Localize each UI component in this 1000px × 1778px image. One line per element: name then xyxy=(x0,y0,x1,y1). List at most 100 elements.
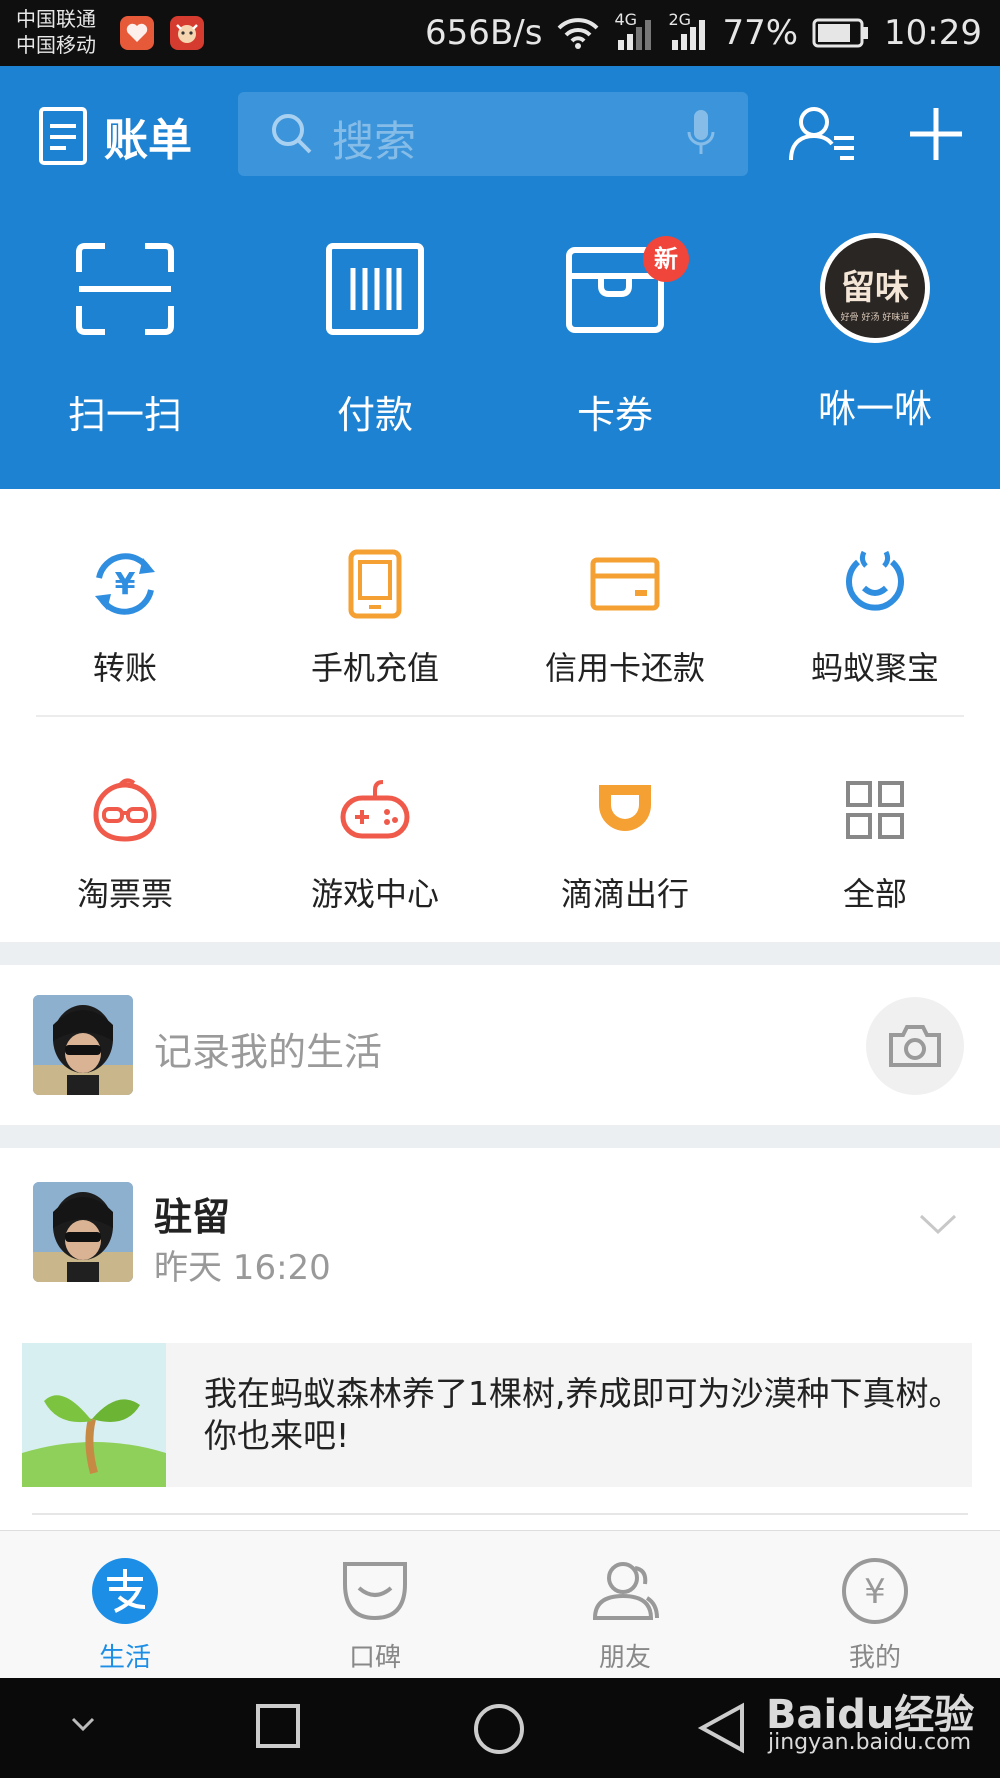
battery-percent: 77% xyxy=(722,13,799,53)
alipay-icon xyxy=(92,1558,158,1624)
camera-icon xyxy=(889,1025,941,1067)
bill-button[interactable]: 账单 xyxy=(38,104,192,168)
xiuyixiu-button[interactable]: 留味 好骨 好汤 好味道 咻一咻 xyxy=(750,216,1000,433)
barcode-icon xyxy=(326,243,424,335)
signal-4g-label: 4G xyxy=(614,10,638,29)
service-label: 全部 xyxy=(842,875,907,913)
tab-label: 我的 xyxy=(848,1643,901,1673)
coupon-button[interactable]: 卡券 xyxy=(490,216,740,439)
section-gap xyxy=(0,942,1000,965)
section-gap xyxy=(0,1125,1000,1148)
service-label: 蚂蚁聚宝 xyxy=(810,649,939,687)
service-label: 信用卡还款 xyxy=(544,649,705,687)
grid-divider xyxy=(36,715,964,717)
feed-divider xyxy=(32,1513,968,1515)
nav-recent-icon[interactable] xyxy=(254,1702,302,1750)
service-label: 手机充值 xyxy=(310,649,439,687)
carrier-2: 中国移动 xyxy=(16,33,96,57)
service-transfer[interactable]: ¥ 转账 xyxy=(0,509,250,689)
record-life-bar[interactable]: 记录我的生活 xyxy=(0,965,1000,1125)
logo-text: 留味 xyxy=(841,268,909,308)
battery-icon xyxy=(812,18,870,48)
tab-mine[interactable]: ¥ 我的 xyxy=(750,1531,1000,1674)
status-bar: 中国联通 中国移动 656B/s 4G 2G 77% 10:29 xyxy=(0,0,1000,66)
service-row-2: 淘票票 游戏中心 滴滴出行 全部 xyxy=(0,735,1000,935)
chevron-down-icon[interactable] xyxy=(918,1212,958,1236)
share-card[interactable]: 我在蚂蚁森林养了1棵树,养成即可为沙漠种下真树。你也来吧! xyxy=(22,1343,972,1487)
feed-time: 昨天 16:20 xyxy=(154,1248,331,1288)
net-speed: 656B/s xyxy=(425,13,543,53)
svg-text:¥: ¥ xyxy=(864,1572,886,1612)
grid-icon xyxy=(846,781,904,839)
tab-label: 朋友 xyxy=(598,1643,651,1673)
service-all[interactable]: 全部 xyxy=(750,735,1000,915)
microphone-icon[interactable] xyxy=(686,108,716,160)
carrier-1: 中国联通 xyxy=(16,7,96,31)
logo-subtext: 好骨 好汤 好味道 xyxy=(840,313,910,323)
nav-collapse-icon[interactable] xyxy=(70,1716,96,1734)
share-text: 我在蚂蚁森林养了1棵树,养成即可为沙漠种下真树。你也来吧! xyxy=(204,1374,962,1455)
bill-label: 账单 xyxy=(104,115,192,166)
signal-2g-icon: 2G xyxy=(668,10,708,50)
tab-koubei[interactable]: 口碑 xyxy=(250,1531,500,1674)
service-label: 滴滴出行 xyxy=(560,875,689,913)
svg-text:¥: ¥ xyxy=(115,567,136,602)
bill-icon xyxy=(39,107,87,165)
tab-friends[interactable]: 朋友 xyxy=(500,1531,750,1674)
search-icon xyxy=(272,114,312,154)
tab-life[interactable]: 生活 xyxy=(0,1531,250,1674)
service-credit-card[interactable]: 信用卡还款 xyxy=(500,509,750,689)
scan-label: 扫一扫 xyxy=(67,393,182,437)
taopiaopiao-icon xyxy=(93,778,157,842)
wifi-icon xyxy=(556,16,600,50)
service-row-1: ¥ 转账 手机充值 信用卡还款 蚂蚁聚宝 xyxy=(0,509,1000,709)
feed-user-name[interactable]: 驻留 xyxy=(154,1186,230,1241)
signal-2g-label: 2G xyxy=(668,10,692,29)
new-badge: 新 xyxy=(643,236,689,282)
tab-label: 生活 xyxy=(98,1643,151,1673)
clock: 10:29 xyxy=(884,13,982,53)
tab-label: 口碑 xyxy=(348,1643,401,1673)
friends-icon xyxy=(592,1562,659,1620)
pay-button[interactable]: 付款 xyxy=(250,216,500,439)
service-phone-recharge[interactable]: 手机充值 xyxy=(250,509,500,689)
service-didi[interactable]: 滴滴出行 xyxy=(500,735,750,915)
service-game-center[interactable]: 游戏中心 xyxy=(250,735,500,915)
sprout-thumbnail xyxy=(22,1343,166,1487)
baidu-watermark: Baidu经验 jingyan.baidu.com xyxy=(766,1682,976,1764)
nav-home-icon[interactable] xyxy=(472,1702,526,1756)
health-app-icon xyxy=(120,16,154,50)
nav-back-icon[interactable] xyxy=(696,1702,746,1754)
watermark-url: jingyan.baidu.com xyxy=(768,1730,972,1755)
search-bar[interactable]: 搜索 xyxy=(238,92,748,176)
avatar-logo: 留味 好骨 好汤 好味道 xyxy=(820,233,930,343)
koubei-icon xyxy=(343,1562,407,1621)
pay-label: 付款 xyxy=(336,393,413,437)
service-label: 转账 xyxy=(92,649,157,687)
gamepad-icon xyxy=(340,780,410,839)
search-placeholder: 搜索 xyxy=(332,117,417,166)
service-label: 游戏中心 xyxy=(310,875,439,913)
coupon-label: 卡券 xyxy=(576,393,653,437)
cow-app-icon xyxy=(170,16,204,50)
camera-button[interactable] xyxy=(866,997,964,1095)
transfer-icon: ¥ xyxy=(95,553,155,615)
scan-icon xyxy=(76,243,174,335)
ant-fortune-icon xyxy=(846,550,904,611)
carrier-info: 中国联通 中国移动 xyxy=(16,6,96,58)
service-label: 淘票票 xyxy=(76,875,173,913)
avatar[interactable] xyxy=(33,1182,133,1282)
service-ant-fortune[interactable]: 蚂蚁聚宝 xyxy=(750,509,1000,689)
header: 账单 搜索 扫一扫 付款 卡券 留味 好骨 好汤 好味道 咻一咻 新 xyxy=(0,66,1000,489)
signal-4g-icon: 4G xyxy=(614,10,654,50)
xiuyixiu-label: 咻一咻 xyxy=(817,387,932,431)
credit-card-icon xyxy=(590,557,660,611)
add-icon[interactable] xyxy=(906,104,966,164)
record-placeholder: 记录我的生活 xyxy=(154,1030,383,1074)
contacts-icon[interactable] xyxy=(788,104,858,164)
scan-button[interactable]: 扫一扫 xyxy=(0,216,250,439)
service-taopiaopiao[interactable]: 淘票票 xyxy=(0,735,250,915)
mine-yuan-icon: ¥ xyxy=(842,1558,908,1624)
avatar xyxy=(33,995,133,1095)
phone-recharge-icon xyxy=(348,549,402,619)
